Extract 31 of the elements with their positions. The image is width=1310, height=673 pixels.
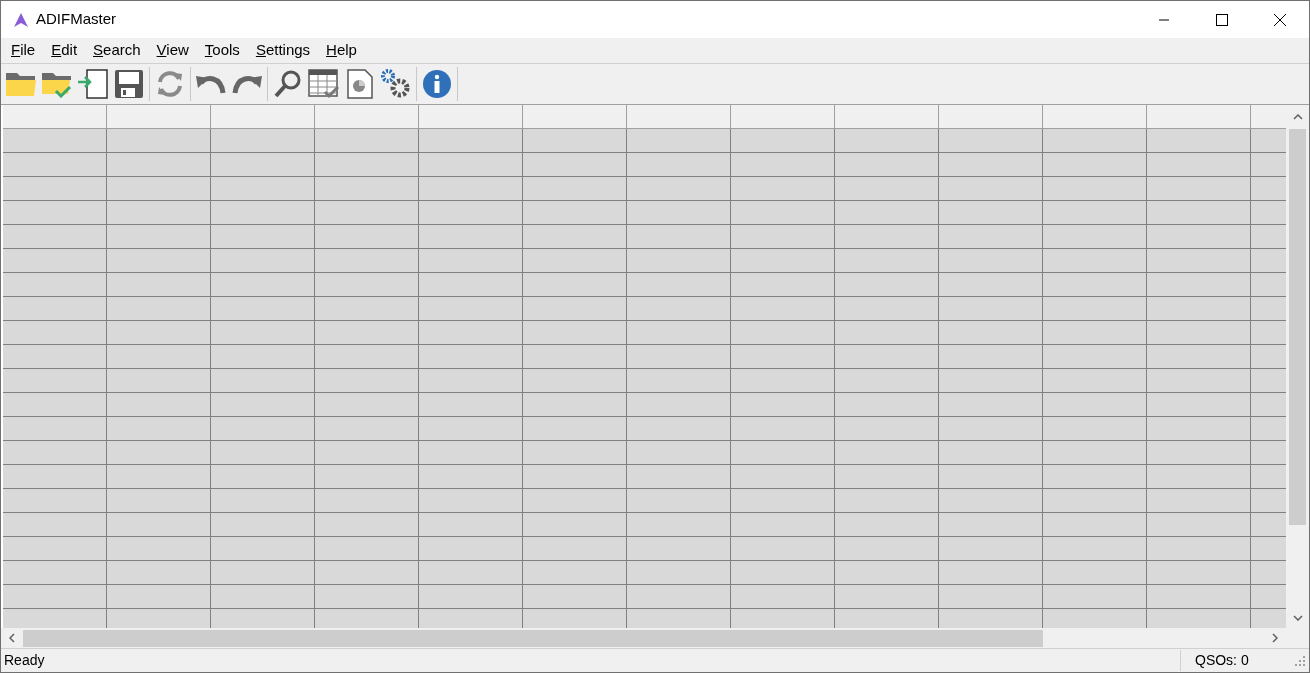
resize-grip-icon bbox=[1294, 654, 1306, 667]
menu-item[interactable]: View bbox=[148, 39, 197, 62]
scrollbar-thumb[interactable] bbox=[23, 629, 1043, 647]
menu-item[interactable]: Edit bbox=[43, 39, 86, 62]
import-icon[interactable] bbox=[75, 66, 111, 102]
column-header[interactable] bbox=[523, 105, 627, 129]
menu-item[interactable]: File bbox=[3, 39, 44, 62]
scrollbar-thumb[interactable] bbox=[1289, 129, 1306, 525]
qso-count: QSOs: 0 bbox=[1180, 650, 1294, 671]
column-header[interactable] bbox=[1147, 105, 1251, 129]
menu-item[interactable]: Tools bbox=[196, 39, 248, 62]
maximize-icon bbox=[1216, 13, 1228, 26]
window-title: ADIFMaster bbox=[36, 9, 116, 30]
menu-item[interactable]: Help bbox=[318, 39, 365, 62]
close-icon bbox=[1274, 13, 1286, 26]
menu-item[interactable]: Search bbox=[85, 39, 149, 62]
menu-item[interactable]: Settings bbox=[247, 39, 319, 62]
horizontal-scrollbar[interactable] bbox=[1, 628, 1309, 649]
column-header[interactable] bbox=[419, 105, 523, 129]
scroll-right-icon[interactable] bbox=[1272, 633, 1278, 643]
column-header[interactable] bbox=[939, 105, 1043, 129]
vertical-scrollbar[interactable] bbox=[1286, 105, 1309, 628]
scroll-left-icon[interactable] bbox=[9, 633, 15, 643]
app-logo-icon bbox=[13, 11, 29, 28]
column-header[interactable] bbox=[627, 105, 731, 129]
column-header[interactable] bbox=[1043, 105, 1147, 129]
scroll-up-icon[interactable] bbox=[1292, 114, 1303, 120]
scroll-down-icon[interactable] bbox=[1292, 615, 1303, 621]
status-message: Ready bbox=[3, 651, 46, 670]
column-header[interactable] bbox=[835, 105, 939, 129]
column-header[interactable] bbox=[731, 105, 835, 129]
